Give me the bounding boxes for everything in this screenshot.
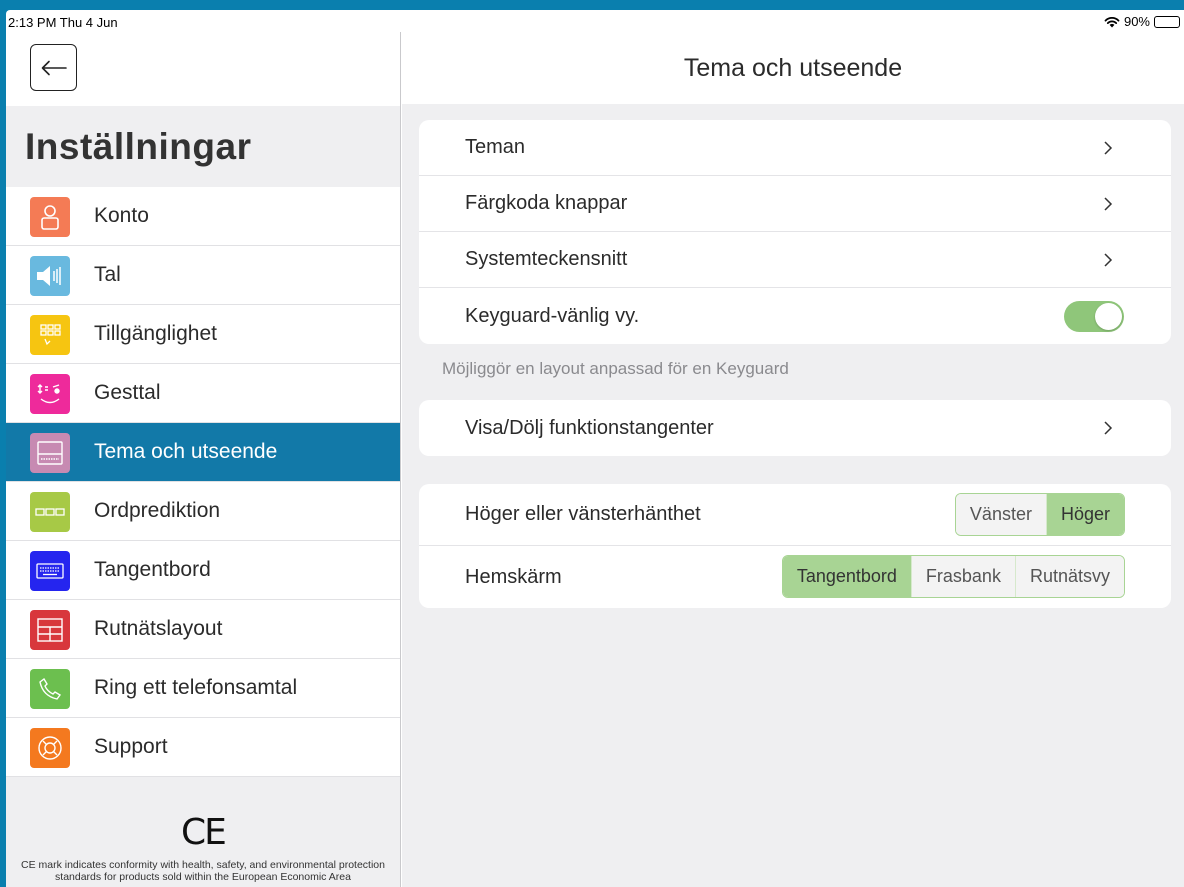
gesture-face-icon (30, 374, 70, 414)
sidebar-item-ordprediktion[interactable]: Ordprediktion (6, 482, 400, 541)
chevron-right-icon (1104, 140, 1113, 155)
segment-vanster[interactable]: Vänster (955, 494, 1046, 535)
layout-prefs-group: Höger eller vänsterhänthet Vänster Höger… (419, 484, 1171, 608)
ce-description: CE mark indicates conformity with health… (21, 859, 385, 883)
segment-tangentbord[interactable]: Tangentbord (782, 556, 911, 597)
sidebar-title: Inställningar (25, 126, 252, 167)
sidebar-item-support[interactable]: Support (6, 718, 400, 777)
home-screen-segmented-control: Tangentbord Frasbank Rutnätsvy (781, 555, 1125, 598)
status-right: 90% (1104, 14, 1180, 29)
sidebar-item-label: Ring ett telefonsamtal (94, 676, 298, 699)
segment-hoger[interactable]: Höger (1045, 494, 1124, 535)
sidebar-item-tal[interactable]: Tal (6, 246, 400, 305)
status-time: 2:13 PM Thu 4 Jun (8, 15, 118, 30)
sidebar-item-label: Support (94, 735, 168, 758)
row-handedness: Höger eller vänsterhänthet Vänster Höger (419, 484, 1171, 546)
handedness-segmented-control: Vänster Höger (954, 493, 1125, 536)
function-keys-group: Visa/Dölj funktionstangenter (419, 400, 1171, 456)
row-keyguard: Keyguard-vänlig vy. (419, 288, 1171, 344)
wifi-icon (1104, 16, 1120, 27)
row-label: Visa/Dölj funktionstangenter (465, 416, 714, 439)
sidebar-item-tangentbord[interactable]: Tangentbord (6, 541, 400, 600)
row-teman[interactable]: Teman (419, 120, 1171, 176)
keyboard-icon (30, 551, 70, 591)
settings-detail: Tema och utseende Teman Färgkoda knappar… (402, 32, 1184, 887)
person-icon (30, 197, 70, 237)
speaker-icon (30, 256, 70, 296)
sidebar-item-ring[interactable]: Ring ett telefonsamtal (6, 659, 400, 718)
toggle-knob (1095, 302, 1122, 330)
word-prediction-icon (30, 492, 70, 532)
row-label: Hemskärm (465, 565, 562, 588)
phone-icon (30, 669, 70, 709)
row-label: Höger eller vänsterhänthet (465, 503, 701, 525)
theme-options-group: Teman Färgkoda knappar Systemteckensnitt… (419, 120, 1171, 344)
lifebuoy-icon (30, 728, 70, 768)
chevron-right-icon (1104, 196, 1113, 211)
sidebar-item-label: Gesttal (94, 381, 161, 404)
chevron-right-icon (1104, 421, 1113, 435)
settings-menu: Konto Tal Tillgänglighet Gesttal Tema oc… (6, 187, 400, 777)
row-visa-dolj[interactable]: Visa/Dölj funktionstangenter (419, 400, 1171, 456)
row-fargkoda-knappar[interactable]: Färgkoda knappar (419, 176, 1171, 232)
detail-nav-bar: Tema och utseende (402, 32, 1184, 104)
ce-info: CE CE mark indicates conformity with hea… (6, 812, 400, 883)
sidebar-item-tillganglighet[interactable]: Tillgänglighet (6, 305, 400, 364)
row-label: Färgkoda knappar (465, 192, 628, 214)
accessibility-grid-icon (30, 315, 70, 355)
chevron-right-icon (1104, 252, 1113, 267)
segment-frasbank[interactable]: Frasbank (910, 556, 1015, 597)
sidebar-header (6, 32, 400, 106)
keyguard-toggle[interactable] (1064, 300, 1124, 332)
sidebar-item-konto[interactable]: Konto (6, 187, 400, 246)
sidebar-item-gesttal[interactable]: Gesttal (6, 364, 400, 423)
sidebar-item-label: Ordprediktion (94, 499, 221, 522)
page-title: Tema och utseende (683, 53, 903, 82)
sidebar-item-rutnatslayout[interactable]: Rutnätslayout (6, 600, 400, 659)
row-systemteckensnitt[interactable]: Systemteckensnitt (419, 232, 1171, 288)
sidebar-item-label: Tangentbord (94, 558, 211, 581)
sidebar-item-label: Tema och utseende (94, 440, 278, 463)
ipad-screen: 2:13 PM Thu 4 Jun 90% Inställningar Kont… (6, 10, 1184, 887)
battery-percent: 90% (1123, 14, 1150, 29)
arrow-left-icon (41, 60, 67, 75)
ce-mark-logo: CE (181, 812, 227, 853)
sidebar-item-label: Tillgänglighet (94, 322, 217, 345)
row-label: Teman (465, 136, 526, 158)
status-bar: 2:13 PM Thu 4 Jun 90% (6, 10, 1184, 32)
sidebar-item-label: Tal (94, 263, 121, 286)
sidebar-item-label: Konto (94, 204, 149, 227)
row-hemskarm: Hemskärm Tangentbord Frasbank Rutnätsvy (419, 546, 1171, 608)
back-button[interactable] (30, 44, 77, 91)
settings-sidebar: Inställningar Konto Tal Tillgänglighet G… (6, 32, 401, 887)
segment-rutnatsvy[interactable]: Rutnätsvy (1014, 556, 1124, 597)
battery-icon (1154, 15, 1180, 28)
row-label: Systemteckensnitt (465, 248, 628, 270)
sidebar-item-tema[interactable]: Tema och utseende (6, 423, 400, 482)
keyguard-footnote: Möjliggör en layout anpassad för en Keyg… (442, 359, 789, 378)
grid-layout-icon (30, 610, 70, 650)
theme-icon (30, 433, 70, 473)
row-label: Keyguard-vänlig vy. (465, 304, 640, 327)
sidebar-item-label: Rutnätslayout (94, 617, 223, 640)
